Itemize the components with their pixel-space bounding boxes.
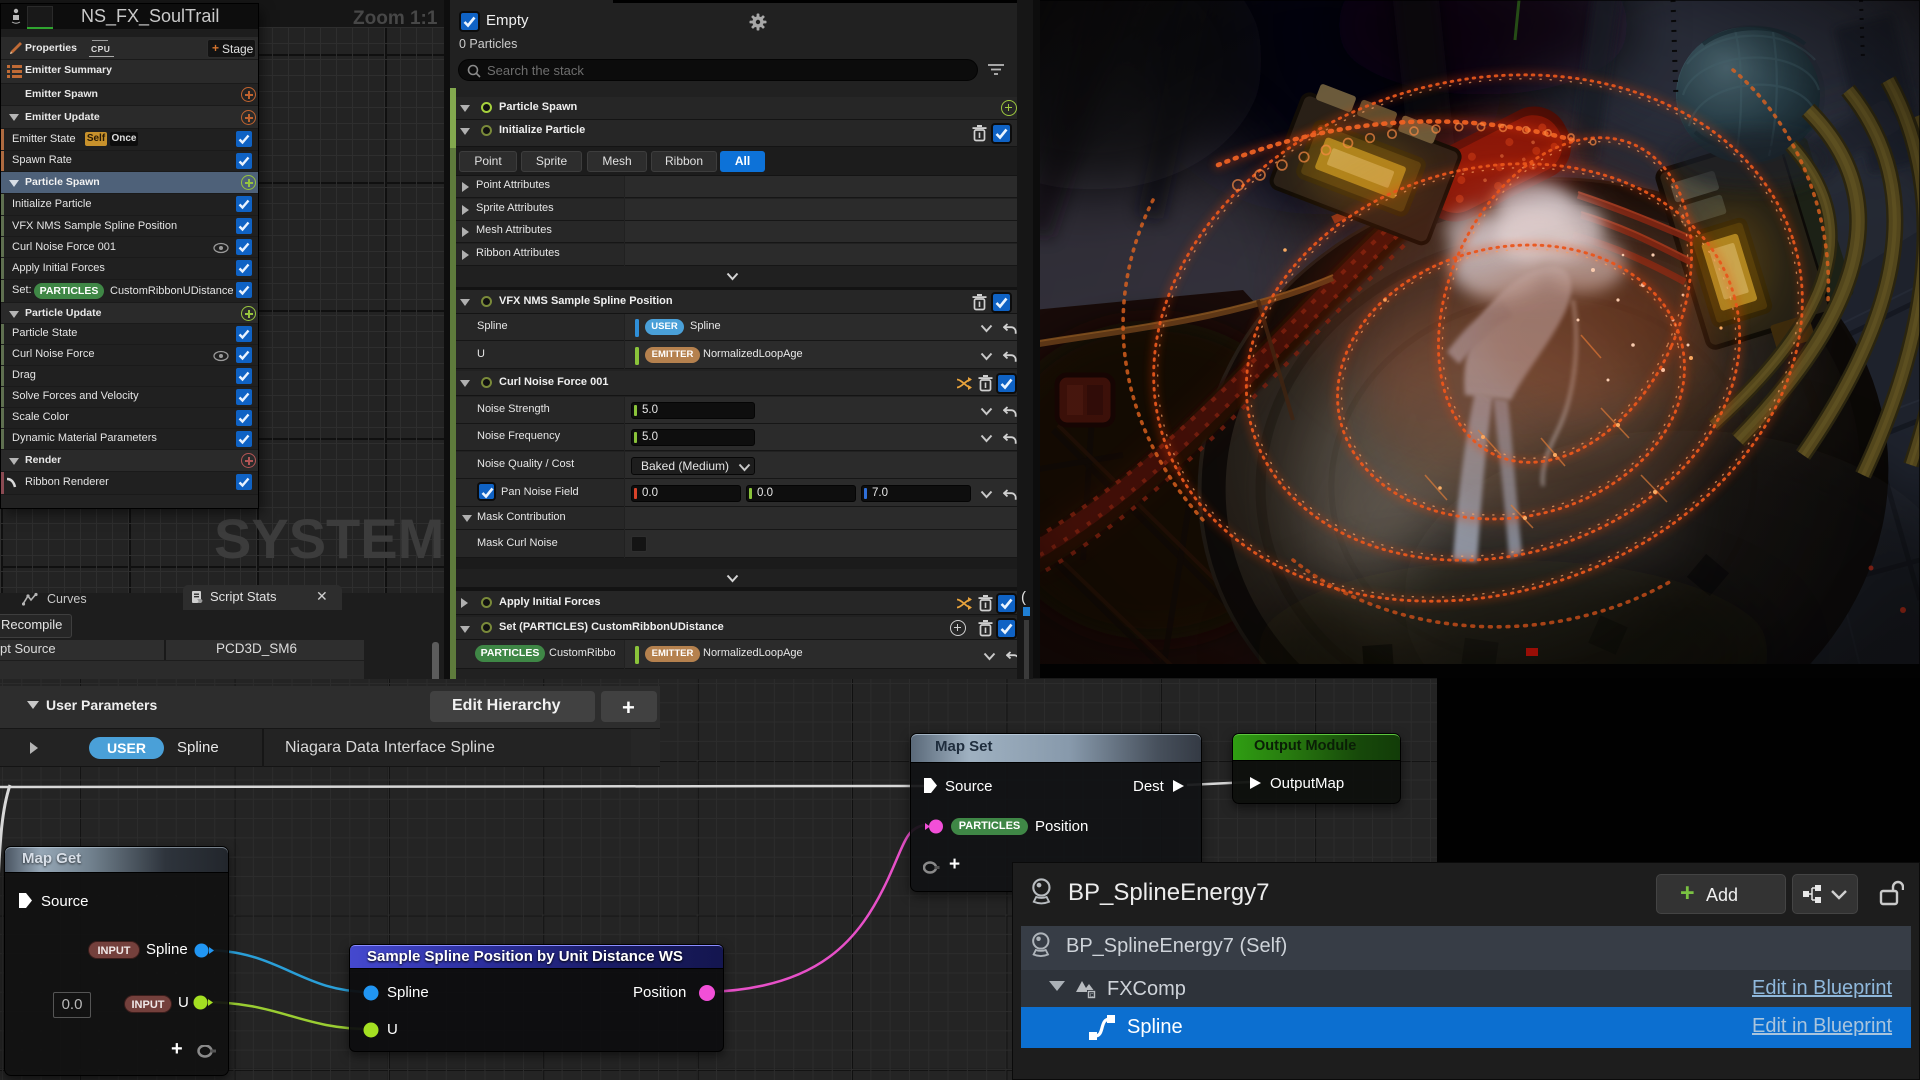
svg-text:C: C: [1090, 993, 1094, 999]
